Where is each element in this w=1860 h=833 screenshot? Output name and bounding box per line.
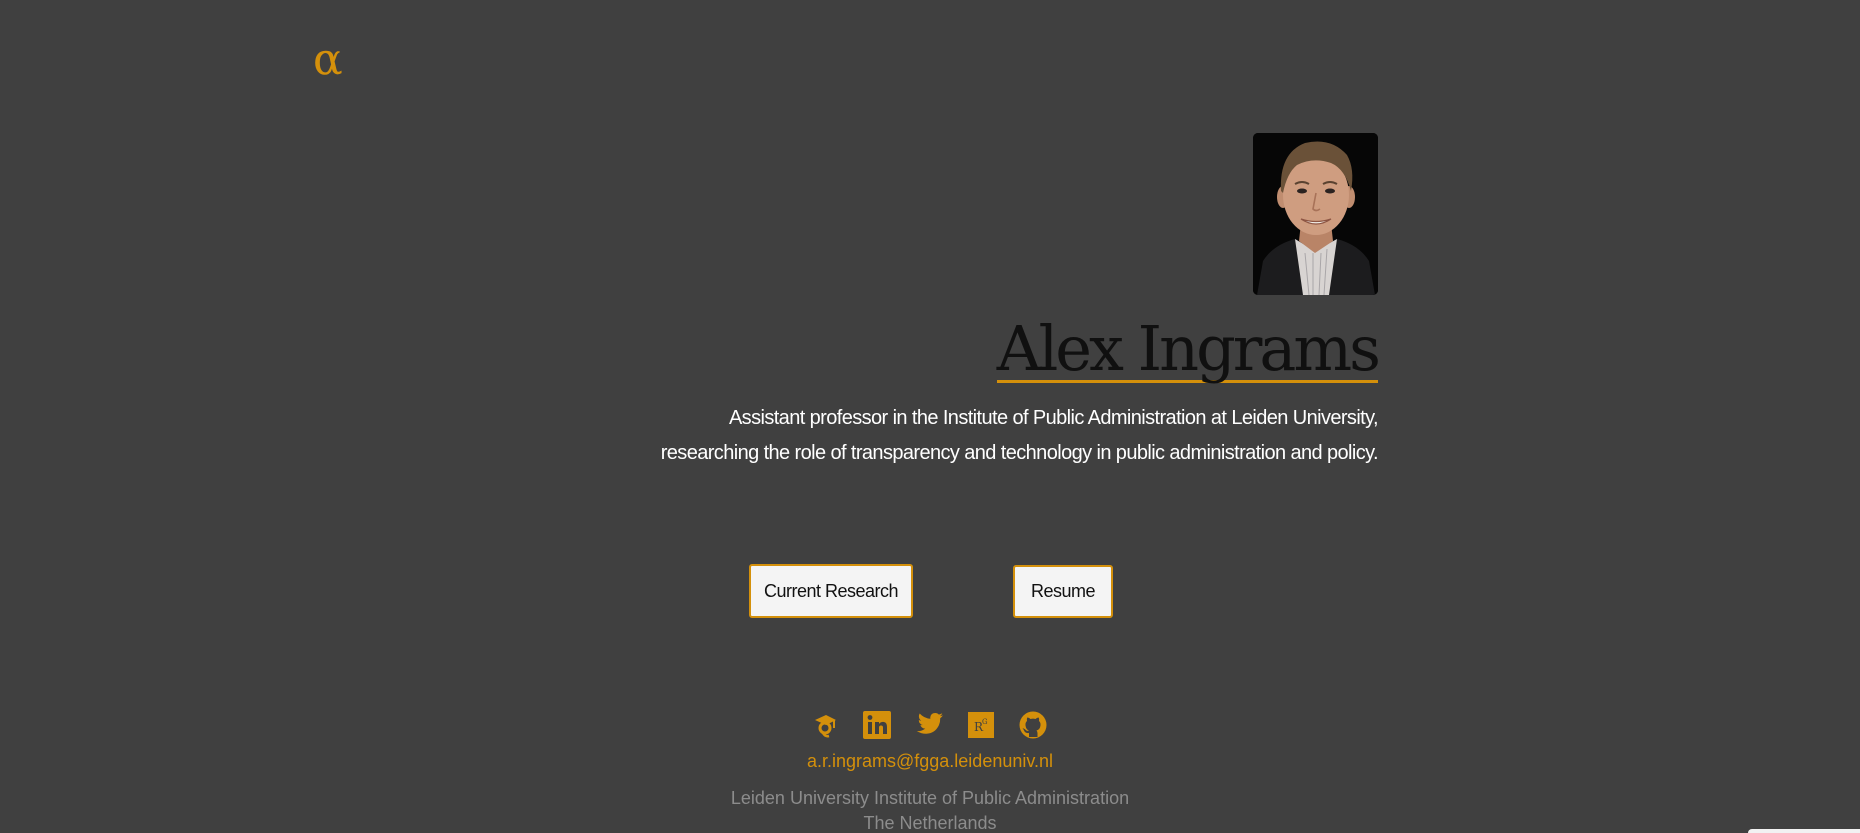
researchgate-icon[interactable]: R G (966, 710, 996, 740)
corner-widget[interactable] (1748, 829, 1860, 833)
page: α Alex Ingrams Assistant professor in th… (0, 0, 1860, 833)
current-research-button[interactable]: Current Research (749, 564, 913, 618)
twitter-icon[interactable] (914, 710, 944, 740)
affiliation: Leiden University Institute of Public Ad… (0, 786, 1860, 833)
bio-line-2: researching the role of transparency and… (660, 442, 1379, 464)
resume-button[interactable]: Resume (1013, 565, 1113, 618)
profile-bio: Assistant professor in the Institute of … (618, 401, 1379, 471)
affiliation-line-2: The Netherlands (863, 813, 997, 833)
profile-photo (1253, 133, 1378, 295)
linkedin-icon[interactable] (862, 710, 892, 740)
affiliation-line-1: Leiden University Institute of Public Ad… (730, 788, 1130, 808)
svg-text:G: G (982, 718, 988, 726)
logo-link[interactable]: α (313, 38, 343, 82)
github-icon[interactable] (1018, 710, 1048, 740)
google-scholar-icon[interactable] (810, 710, 840, 740)
social-links: R G (810, 710, 1048, 740)
bio-line-1: Assistant professor in the Institute of … (728, 407, 1379, 429)
email-link[interactable]: a.r.ingrams@fgga.leidenuniv.nl (807, 751, 1053, 771)
profile-name: Alex Ingrams (996, 312, 1381, 385)
email-row: a.r.ingrams@fgga.leidenuniv.nl (0, 751, 1860, 772)
